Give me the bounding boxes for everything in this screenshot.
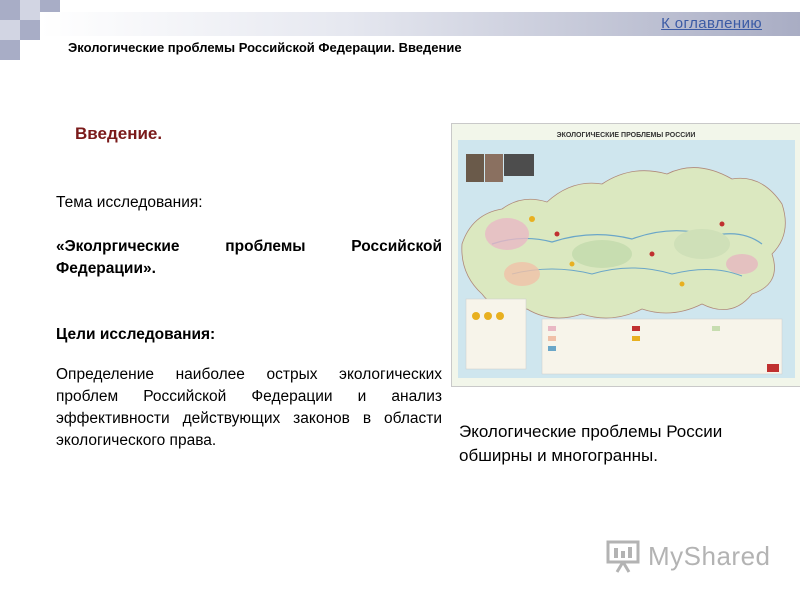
watermark-text: MyShared (648, 540, 771, 571)
map-caption: Экологические проблемы России обширны и … (459, 422, 723, 465)
page-title: Экологические проблемы Российской Федера… (68, 40, 462, 55)
presentation-icon (606, 540, 640, 573)
goals-label: Цели исследования: (56, 326, 216, 343)
goals-text: Определение наиболее острых экологически… (56, 366, 442, 449)
decor-square (20, 20, 40, 40)
decor-square (20, 0, 40, 20)
map-title: ЭКОЛОГИЧЕСКИЕ ПРОБЛЕМЫ РОССИИ (557, 132, 696, 139)
map-image: ЭКОЛОГИЧЕСКИЕ ПРОБЛЕМЫ РОССИИ (451, 123, 800, 387)
topic-label: Тема исследования: (56, 194, 203, 211)
topic-value: «Эколргические проблемы Российской Федер… (56, 238, 442, 277)
text-column: Тема исследования: «Эколргические пробле… (56, 192, 442, 452)
watermark: MyShared (606, 536, 771, 576)
russia-map-illustration: ЭКОЛОГИЧЕСКИЕ ПРОБЛЕМЫ РОССИИ (452, 124, 800, 386)
intro-heading: Введение. (75, 124, 163, 143)
decor-square (0, 40, 20, 60)
toc-link[interactable]: К оглавлению (661, 15, 762, 32)
decor-square (0, 0, 20, 20)
decor-square (0, 20, 20, 40)
